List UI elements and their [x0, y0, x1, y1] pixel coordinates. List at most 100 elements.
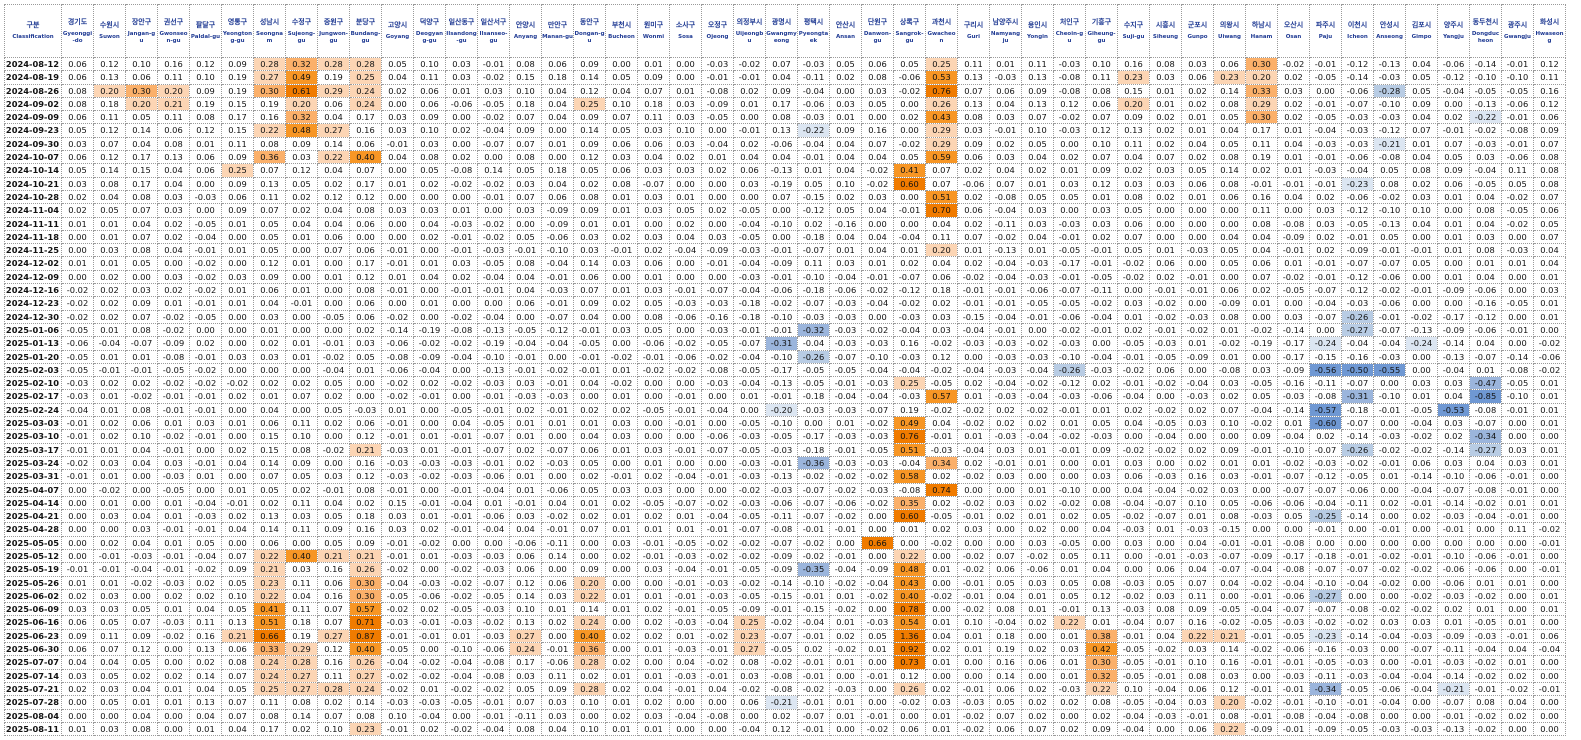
table-cell: 0.01: [605, 522, 638, 537]
table-cell: 0.16: [1181, 469, 1214, 484]
table-cell: 0.02: [957, 216, 990, 231]
table-cell: 0.15: [125, 163, 158, 178]
table-cell: 0.06: [61, 110, 94, 125]
table-cell: -0.02: [1373, 548, 1406, 564]
table-cell: 0.11: [1245, 136, 1278, 152]
table-cell: -0.53: [1437, 402, 1470, 418]
table-cell: -0.04: [733, 721, 766, 737]
table-cell: -0.02: [189, 362, 222, 378]
table-cell: 0.00: [669, 269, 702, 285]
table-cell: 0.01: [445, 203, 478, 218]
table-cell: -0.03: [1181, 548, 1214, 564]
table-cell: -0.06: [797, 96, 830, 112]
table-cell: -0.01: [93, 362, 126, 378]
table-cell: 0.00: [1533, 655, 1566, 670]
column-header: 광명시 Gwangmyeong: [765, 4, 798, 58]
table-cell: -0.02: [925, 336, 958, 351]
table-cell: 0.05: [93, 695, 126, 710]
table-cell: 0.06: [541, 189, 574, 205]
table-cell: 0.02: [1149, 136, 1182, 152]
table-cell: 0.60: [893, 176, 926, 191]
table-cell: 0.49: [285, 70, 318, 85]
table-cell: 0.11: [93, 628, 126, 644]
table-cell: -0.05: [381, 642, 414, 657]
table-cell: -0.06: [1469, 548, 1502, 564]
table-cell: 0.02: [285, 721, 318, 737]
table-cell: -0.03: [1181, 389, 1214, 404]
table-cell: 0.02: [1181, 83, 1214, 98]
table-cell: 0.17: [253, 721, 286, 737]
table-cell: 0.11: [221, 136, 254, 152]
table-cell: 0.03: [1501, 455, 1534, 471]
table-cell: -0.01: [1533, 535, 1566, 550]
table-cell: 0.12: [349, 469, 382, 484]
table-cell: -0.06: [765, 283, 798, 298]
table-cell: -0.06: [1437, 575, 1470, 590]
table-cell: -0.08: [1277, 535, 1310, 550]
table-cell: 0.07: [509, 110, 542, 125]
table-cell: -0.06: [765, 136, 798, 152]
table-cell: -0.01: [381, 482, 414, 497]
table-cell: 0.08: [1469, 203, 1502, 218]
table-cell: 0.03: [285, 509, 318, 524]
table-cell: -0.05: [1245, 376, 1278, 391]
table-cell: 0.00: [1213, 429, 1246, 444]
table-cell: -0.07: [701, 283, 734, 298]
table-cell: -0.03: [733, 455, 766, 471]
table-cell: -0.02: [413, 535, 446, 550]
table-cell: -0.02: [125, 575, 158, 590]
table-cell: 0.06: [189, 163, 222, 178]
table-cell: 0.03: [605, 429, 638, 444]
table-cell: -0.01: [189, 429, 222, 444]
row-date: 2025-07-07: [4, 655, 62, 670]
table-cell: 0.25: [573, 96, 606, 112]
table-cell: 0.01: [413, 296, 446, 311]
table-cell: -0.05: [637, 495, 670, 511]
table-cell: 0.19: [317, 70, 350, 85]
table-cell: 0.00: [637, 216, 670, 231]
table-cell: -0.02: [1405, 442, 1438, 457]
table-cell: 0.08: [61, 96, 94, 112]
table-cell: 0.04: [1085, 562, 1118, 577]
column-header: 오산시 Osan: [1277, 4, 1310, 58]
table-cell: -0.01: [797, 628, 830, 644]
table-cell: -0.02: [829, 575, 862, 590]
table-cell: -0.01: [1341, 695, 1374, 710]
table-cell: 0.00: [317, 296, 350, 311]
table-cell: 0.08: [285, 442, 318, 457]
table-cell: -0.04: [1277, 575, 1310, 590]
table-cell: -0.04: [1149, 681, 1182, 697]
table-cell: -0.02: [1469, 588, 1502, 604]
table-cell: -0.01: [1085, 256, 1118, 271]
table-cell: 0.10: [957, 615, 990, 630]
table-cell: -0.03: [1149, 708, 1182, 723]
table-cell: -0.03: [1053, 389, 1086, 404]
table-cell: -0.02: [1533, 336, 1566, 351]
table-cell: 0.29: [317, 83, 350, 98]
table-cell: 0.01: [1437, 216, 1470, 231]
table-cell: -0.06: [1245, 495, 1278, 511]
table-cell: -0.03: [669, 615, 702, 630]
table-cell: 0.02: [605, 708, 638, 723]
table-cell: 0.13: [1085, 602, 1118, 617]
table-cell: -0.07: [797, 708, 830, 723]
table-cell: 0.05: [317, 376, 350, 391]
column-header-en: Ojeong: [706, 34, 729, 41]
table-cell: -0.01: [1181, 269, 1214, 285]
table-cell: 0.00: [541, 562, 574, 577]
table-cell: -0.01: [509, 495, 542, 511]
table-cell: -0.08: [701, 362, 734, 378]
table-cell: 0.22: [1085, 681, 1118, 697]
table-cell: -0.06: [829, 495, 862, 511]
table-cell: 0.04: [861, 229, 894, 245]
table-cell: 0.06: [349, 216, 382, 231]
table-cell: 0.01: [221, 296, 254, 311]
table-cell: 0.02: [605, 229, 638, 245]
table-cell: -0.15: [957, 309, 990, 324]
table-cell: 0.02: [733, 83, 766, 98]
table-cell: -0.08: [445, 163, 478, 178]
table-cell: 0.10: [605, 96, 638, 112]
table-cell: 0.00: [541, 150, 574, 165]
table-cell: -0.07: [701, 442, 734, 457]
table-cell: -0.16: [701, 309, 734, 324]
